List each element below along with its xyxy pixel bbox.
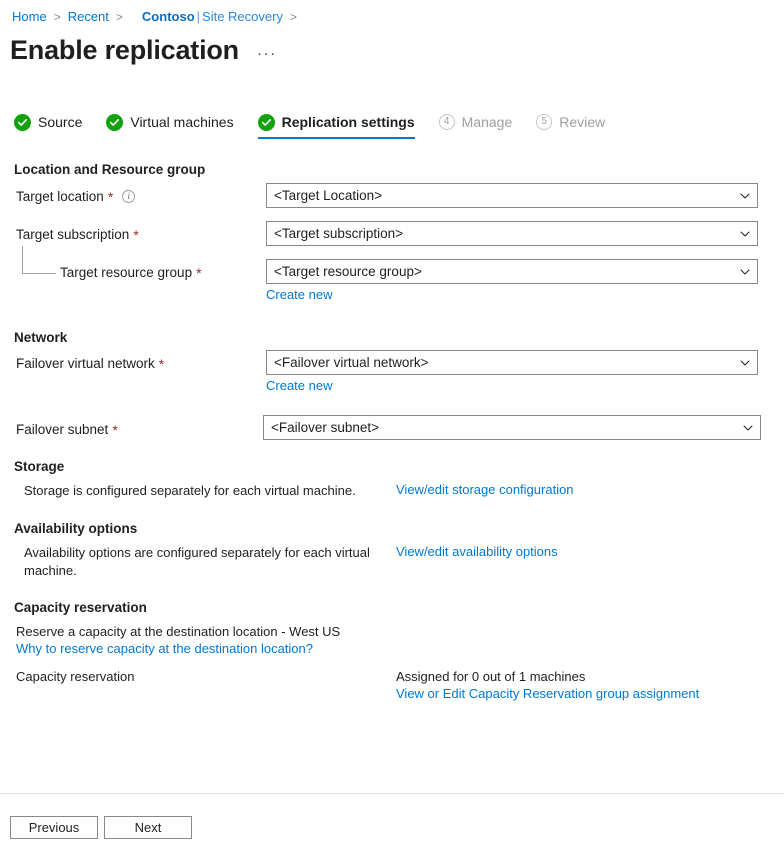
failover-subnet-dropdown[interactable]: <Failover subnet> [263,415,761,440]
label-target-location: Target location * i [16,189,135,204]
section-heading-location: Location and Resource group [14,162,205,177]
check-icon [258,114,275,131]
previous-button[interactable]: Previous [10,816,98,839]
info-icon[interactable]: i [122,190,135,203]
check-icon [14,114,31,131]
label-failover-subnet: Failover subnet * [16,422,118,437]
breadcrumb-recent[interactable]: Recent [68,9,109,25]
tab-manage[interactable]: 4 Manage [439,113,513,141]
breadcrumb: Home > Recent > Contoso|Site Recovery > [12,9,304,25]
chevron-down-icon [739,266,751,278]
chevron-down-icon [739,190,751,202]
capacity-assigned-status: Assigned for 0 out of 1 machines [396,668,585,686]
step-number-badge: 4 [439,114,455,130]
tab-label-source: Source [38,113,82,131]
label-failover-virtual-network: Failover virtual network * [16,356,164,371]
required-asterisk: * [159,357,164,371]
tab-review[interactable]: 5 Review [536,113,605,141]
create-new-virtual-network-link[interactable]: Create new [266,378,332,393]
label-target-resource-group: Target resource group * [60,265,202,280]
tab-source[interactable]: Source [14,113,82,141]
storage-description: Storage is configured separately for eac… [24,482,384,500]
failover-virtual-network-value: <Failover virtual network> [274,355,739,370]
section-heading-availability: Availability options [14,521,137,536]
label-target-subscription-text: Target subscription [16,227,129,242]
target-location-value: <Target Location> [274,188,739,203]
capacity-reservation-row-label: Capacity reservation [16,668,135,686]
tab-label-replication-settings: Replication settings [282,113,415,131]
required-asterisk: * [196,266,201,280]
required-asterisk: * [112,423,117,437]
breadcrumb-resource-service: Site Recovery [202,9,283,24]
target-location-dropdown[interactable]: <Target Location> [266,183,758,208]
chevron-down-icon [739,357,751,369]
label-failover-virtual-network-text: Failover virtual network [16,356,155,371]
breadcrumb-separator-1: > [54,9,61,25]
tab-label-review: Review [559,113,605,131]
breadcrumb-home[interactable]: Home [12,9,47,25]
tab-replication-settings[interactable]: Replication settings [258,113,415,141]
footer-divider [0,793,784,794]
required-asterisk: * [108,190,113,204]
page-header: Enable replication ··· [10,33,277,67]
failover-subnet-value: <Failover subnet> [271,420,742,435]
capacity-description: Reserve a capacity at the destination lo… [16,623,436,641]
tab-label-manage: Manage [462,113,513,131]
label-failover-subnet-text: Failover subnet [16,422,108,437]
tree-connector-line [22,246,56,274]
wizard-footer: Previous Next [10,816,192,839]
next-button[interactable]: Next [104,816,192,839]
target-subscription-dropdown[interactable]: <Target subscription> [266,221,758,246]
target-resource-group-value: <Target resource group> [274,264,739,279]
target-resource-group-dropdown[interactable]: <Target resource group> [266,259,758,284]
failover-virtual-network-dropdown[interactable]: <Failover virtual network> [266,350,758,375]
breadcrumb-separator-2: > [116,9,123,25]
check-icon [106,114,123,131]
wizard-steps: Source Virtual machines Replication sett… [14,113,629,147]
breadcrumb-resource-pipe: | [197,9,200,24]
tab-label-virtual-machines: Virtual machines [130,113,233,131]
chevron-down-icon [742,422,754,434]
why-reserve-capacity-link[interactable]: Why to reserve capacity at the destinati… [16,641,313,656]
availability-description: Availability options are configured sepa… [24,544,390,580]
label-target-location-text: Target location [16,189,104,204]
page-title: Enable replication [10,33,239,67]
step-number-badge: 5 [536,114,552,130]
enable-replication-blade: Home > Recent > Contoso|Site Recovery > … [0,0,784,847]
view-edit-storage-configuration-link[interactable]: View/edit storage configuration [396,482,574,497]
label-target-resource-group-text: Target resource group [60,265,192,280]
target-subscription-value: <Target subscription> [274,226,739,241]
capacity-reservation-assignment-link[interactable]: View or Edit Capacity Reservation group … [396,686,699,701]
more-options-icon[interactable]: ··· [257,49,277,59]
view-edit-availability-options-link[interactable]: View/edit availability options [396,544,558,559]
tab-virtual-machines[interactable]: Virtual machines [106,113,233,141]
section-heading-network: Network [14,330,67,345]
breadcrumb-separator-3: > [290,9,297,25]
chevron-down-icon [739,228,751,240]
create-new-resource-group-link[interactable]: Create new [266,287,332,302]
section-heading-capacity: Capacity reservation [14,600,147,615]
section-heading-storage: Storage [14,459,64,474]
required-asterisk: * [133,228,138,242]
label-target-subscription: Target subscription * [16,227,139,242]
breadcrumb-resource-name: Contoso [142,9,195,24]
active-tab-indicator [258,137,415,140]
breadcrumb-resource[interactable]: Contoso|Site Recovery [142,9,283,25]
